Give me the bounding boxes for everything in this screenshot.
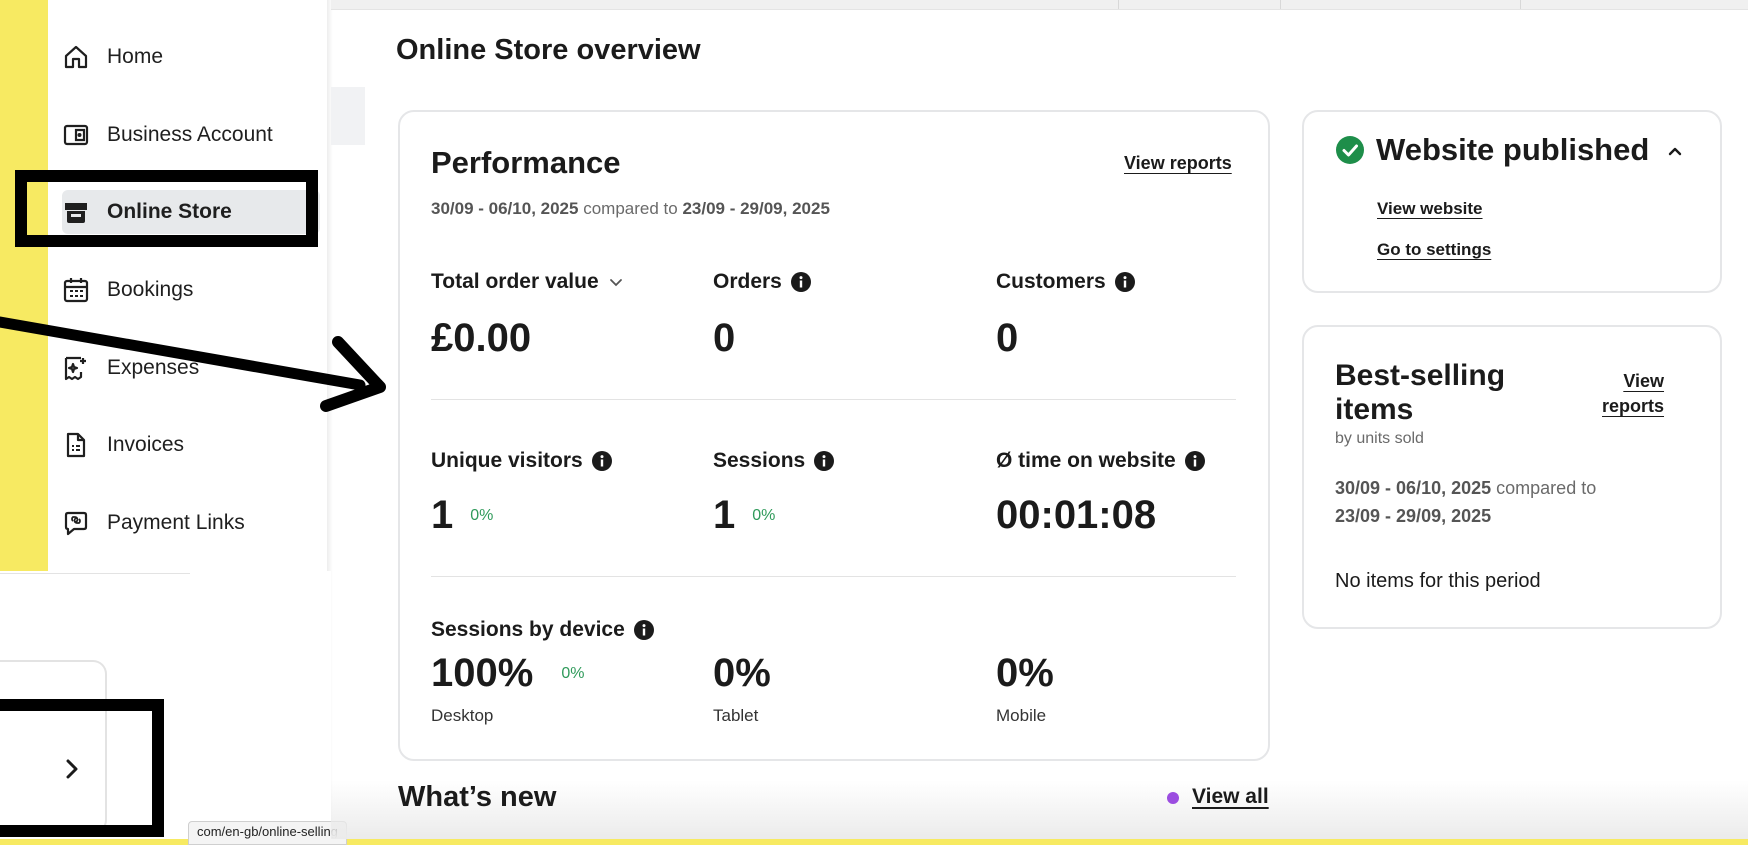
metric-label: Unique visitors [431, 449, 583, 472]
customers-label: Customers [996, 270, 1135, 294]
new-indicator-dot [1167, 792, 1179, 804]
metric-label: Customers [996, 270, 1106, 293]
metric-label: Sessions by device [431, 618, 625, 641]
view-all-link[interactable]: View all [1192, 785, 1269, 809]
page-title: Online Store overview [396, 34, 701, 66]
orders-value: 0 [713, 316, 736, 360]
compared-to-text: compared to [1496, 478, 1597, 498]
sessions-by-device-label: Sessions by device [431, 618, 654, 642]
status-url: com/en-gb/online-selling [188, 821, 347, 845]
check-circle-icon [1336, 136, 1364, 164]
desktop-label: Desktop [431, 706, 494, 725]
date-previous: 23/09 - 29/09, 2025 [682, 199, 830, 218]
unique-visitors-label: Unique visitors [431, 449, 612, 473]
home-icon [62, 43, 90, 71]
total-order-value-dropdown[interactable]: Total order value [431, 270, 623, 294]
chevron-up-icon[interactable] [1666, 144, 1684, 158]
divider [431, 576, 1236, 577]
best-selling-title: Best-selling items [1335, 359, 1506, 426]
total-order-value: £0.00 [431, 316, 532, 360]
sidebar-item-label: Invoices [107, 433, 185, 456]
link-text: View [1623, 371, 1665, 391]
view-website-link[interactable]: View website [1377, 199, 1483, 219]
date-previous: 23/09 - 29/09, 2025 [1335, 506, 1492, 526]
sessions-value: 1 [713, 493, 736, 537]
sidebar-item-label: Payment Links [107, 511, 245, 534]
mobile-label: Mobile [996, 706, 1047, 725]
toolbar-divider [1118, 0, 1119, 9]
date-range: 30/09 - 06/10, 2025 compared to 23/09 - … [431, 199, 830, 219]
go-to-settings-link[interactable]: Go to settings [1377, 240, 1491, 260]
website-published-title: Website published [1376, 132, 1650, 167]
customers-value: 0 [996, 316, 1019, 360]
toolbar-divider [1520, 0, 1521, 9]
unique-visitors-stat: 1 0% [431, 493, 493, 538]
sidebar-item-label: Business Account [107, 123, 273, 146]
orders-label: Orders [713, 270, 811, 294]
tablet-value: 0% [713, 651, 771, 695]
sessions-label: Sessions [713, 449, 835, 473]
sessions-stat: 1 0% [713, 493, 775, 538]
delta-badge: 0% [470, 506, 494, 524]
annotation-highlight-box [15, 170, 318, 247]
annotation-highlight-box [0, 699, 164, 837]
desktop-value: 100% [431, 651, 534, 695]
sidebar-divider [0, 573, 190, 574]
wallet-icon [62, 121, 90, 149]
metric-label: Total order value [431, 270, 599, 293]
secondary-nav-tab[interactable] [331, 87, 365, 145]
annotation-arrow-icon [0, 316, 386, 412]
sidebar-item-label: Bookings [107, 278, 194, 301]
top-toolbar-strip [331, 0, 1748, 10]
info-icon[interactable] [790, 272, 811, 292]
metric-label: Orders [713, 270, 782, 293]
metric-label: Sessions [713, 449, 806, 472]
info-icon[interactable] [633, 620, 654, 640]
mobile-value: 0% [996, 651, 1054, 695]
divider [431, 399, 1236, 400]
sidebar-item-business-account[interactable]: Business Account [62, 113, 320, 157]
delta-badge: 0% [752, 506, 776, 524]
desktop-stat: 100% 0% [431, 651, 584, 696]
info-icon[interactable] [591, 451, 612, 471]
toolbar-divider [1280, 0, 1281, 9]
sidebar-item-payment-links[interactable]: Payment Links [62, 501, 320, 545]
sidebar-item-invoices[interactable]: Invoices [62, 423, 320, 467]
view-reports-link[interactable]: View reports [1124, 153, 1232, 174]
empty-state-text: No items for this period [1335, 570, 1541, 592]
whats-new-title: What’s new [398, 781, 557, 813]
sidebar-item-home[interactable]: Home [62, 35, 320, 79]
delta-badge: 0% [561, 664, 585, 682]
compared-to-text: compared to [583, 199, 678, 218]
invoice-icon [62, 431, 90, 459]
best-selling-view-reports-link[interactable]: View reports [1602, 369, 1664, 419]
link-text: reports [1602, 396, 1665, 416]
chevron-down-icon [609, 275, 623, 289]
info-icon[interactable] [1114, 272, 1135, 292]
date-current: 30/09 - 06/10, 2025 [431, 199, 579, 218]
best-selling-date-range: 30/09 - 06/10, 2025 compared to 23/09 - … [1335, 474, 1665, 530]
time-on-website-label: Ø time on website [996, 449, 1205, 473]
info-icon[interactable] [1184, 451, 1205, 471]
unique-visitors-value: 1 [431, 493, 454, 537]
metric-label: Ø time on website [996, 449, 1176, 472]
link-icon [62, 509, 90, 537]
tablet-label: Tablet [713, 706, 759, 725]
time-on-website-value: 00:01:08 [996, 493, 1157, 537]
performance-title: Performance [431, 145, 621, 180]
info-icon[interactable] [814, 451, 835, 471]
date-current: 30/09 - 06/10, 2025 [1335, 478, 1492, 498]
sidebar-item-label: Home [107, 45, 164, 68]
best-selling-subtitle: by units sold [1335, 430, 1424, 447]
